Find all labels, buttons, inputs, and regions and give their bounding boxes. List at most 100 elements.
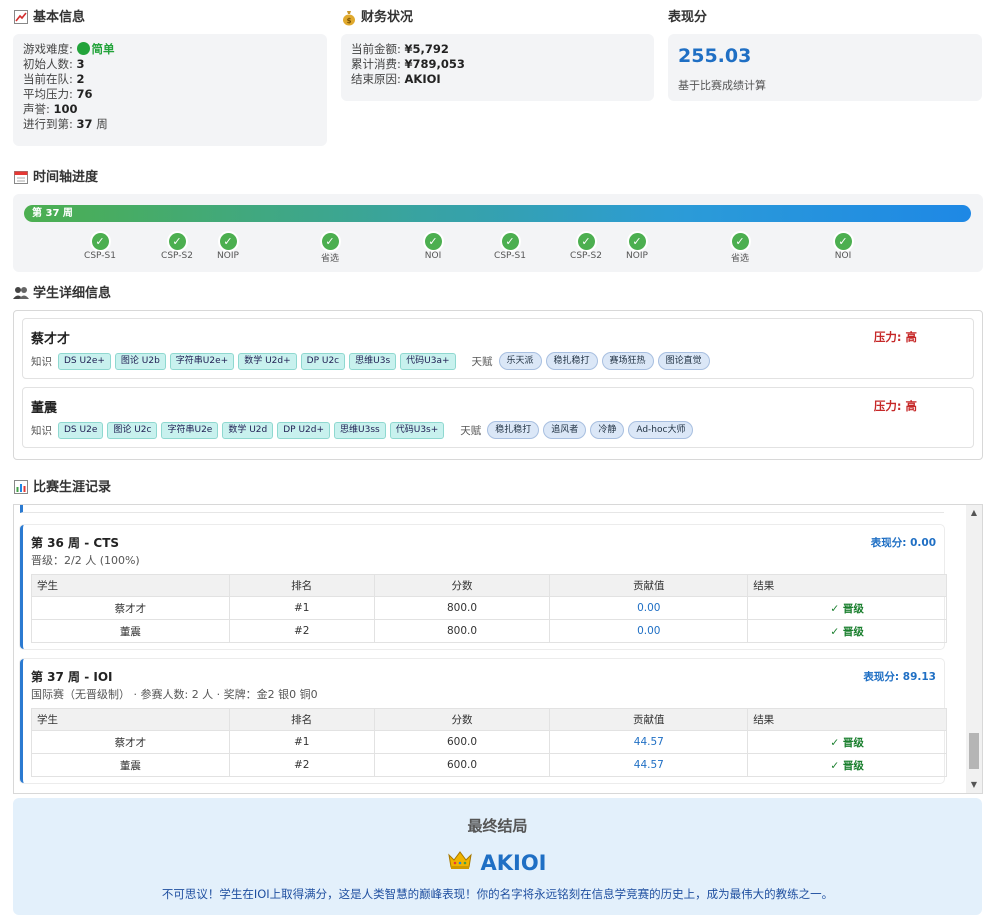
- talent-tag: 赛场狂热: [601, 352, 654, 370]
- knowledge-tag: 数学 U2d+: [238, 352, 297, 370]
- knowledge-label: 知识: [31, 424, 52, 437]
- student-pressure: 压力: 高: [873, 399, 917, 413]
- current-money-value: ¥5,792: [404, 42, 449, 56]
- students-box: 蔡才才 压力: 高 知识 DS U2e+ 图论 U2b 字符串U2e+ 数学 U…: [13, 310, 983, 460]
- knowledge-tag: 代码U3a+: [400, 352, 456, 370]
- talent-tag: 乐天派: [498, 352, 542, 370]
- basic-info-section: 基本信息 游戏难度: 简单 初始人数: 3 当前在队: 2 平均压力: 76 声…: [13, 0, 327, 146]
- basic-info-title: 基本信息: [33, 10, 86, 25]
- difficulty-dot-icon: [76, 42, 90, 55]
- students-title: 学生详细信息: [33, 286, 112, 301]
- check-icon: ✓: [628, 233, 646, 250]
- final-result-row: AKIOI: [13, 850, 982, 875]
- competition-subtitle: 国际赛（无晋级制） · 参赛人数: 2 人 · 奖牌：金2 银0 铜0: [31, 688, 318, 701]
- knowledge-tag: 数学 U2d: [222, 421, 274, 439]
- talent-label: 天赋: [471, 355, 493, 368]
- table-header-row: 学生 排名 分数 贡献值 结果: [31, 574, 947, 597]
- current-team-value: 2: [76, 72, 85, 86]
- student-pressure: 压力: 高: [873, 330, 917, 344]
- competition-subtitle: 晋级：2/2 人 (100%): [31, 554, 140, 567]
- avg-pressure-value: 76: [76, 87, 93, 101]
- col-result: 结果: [747, 708, 947, 731]
- student-tags-row: 知识 DS U2e 图论 U2c 字符串U2e 数学 U2d DP U2d+ 思…: [31, 421, 694, 439]
- col-contrib: 贡献值: [549, 574, 749, 597]
- knowledge-tag: DP U2d+: [277, 421, 331, 439]
- check-icon: ✓: [321, 233, 339, 250]
- timeline-marker: ✓ NOI: [413, 233, 453, 261]
- student-tags-row: 知识 DS U2e+ 图论 U2b 字符串U2e+ 数学 U2d+ DP U2c…: [31, 352, 710, 370]
- finance-section: $ 财务状况 当前金额: ¥5,792 累计消费: ¥789,053 结束原因:…: [341, 0, 654, 101]
- knowledge-tag: 思维U3s: [349, 352, 397, 370]
- crown-icon: [448, 850, 473, 875]
- scrollbar-thumb[interactable]: [969, 733, 979, 769]
- check-icon: ✓: [834, 233, 852, 250]
- talent-tag: 稳扎稳打: [487, 421, 540, 439]
- col-result: 结果: [747, 574, 947, 597]
- timeline-marker-label: NOIP: [217, 251, 239, 261]
- knowledge-label: 知识: [31, 355, 52, 368]
- bar-chart-icon: [13, 480, 29, 496]
- competition-table: 学生 排名 分数 贡献值 结果 蔡才才 #1 600.0 44.57 ✓ 晋级: [31, 708, 947, 777]
- career-scroll-area[interactable]: 第 36 周 - CTS 表现分: 0.00 晋级：2/2 人 (100%) 学…: [13, 504, 983, 794]
- timeline-marker: ✓ CSP-S2: [566, 233, 606, 261]
- competition-score: 表现分: 0.00: [870, 537, 936, 549]
- timeline-marker-label: CSP-S1: [84, 251, 116, 261]
- check-icon: ✓: [219, 233, 237, 250]
- cell-rank: #2: [228, 619, 375, 643]
- avg-pressure-label: 平均压力:: [23, 87, 73, 101]
- competition-title: 第 37 周 - IOI: [31, 670, 113, 684]
- scroll-up-icon[interactable]: ▲: [966, 505, 982, 521]
- cell-contrib: 0.00: [549, 596, 749, 620]
- talent-tag: 追风者: [543, 421, 587, 439]
- difficulty-label: 游戏难度:: [23, 42, 73, 56]
- knowledge-tag: DS U2e+: [58, 352, 111, 370]
- svg-text:$: $: [347, 17, 352, 25]
- cell-score: 800.0: [373, 619, 551, 643]
- reputation-value: 100: [53, 102, 78, 116]
- avg-pressure-row: 平均压力: 76: [23, 87, 317, 102]
- career-header: 比赛生涯记录: [13, 478, 983, 498]
- table-row: 董震 #2 800.0 0.00 ✓ 晋级: [31, 619, 947, 643]
- finance-title: 财务状况: [361, 10, 414, 25]
- reputation-row: 声誉: 100: [23, 102, 317, 117]
- cell-result: ✓ 晋级: [747, 753, 947, 777]
- timeline-section: 时间轴进度 第 37 周 ✓ CSP-S1 ✓ CSP-S2 ✓ NOIP ✓ 省选 ✓…: [13, 160, 983, 272]
- scroll-down-icon[interactable]: ▼: [966, 777, 982, 793]
- cell-contrib: 0.00: [549, 619, 749, 643]
- cell-score: 800.0: [373, 596, 551, 620]
- col-score: 分数: [373, 574, 551, 597]
- cell-student: 董震: [31, 619, 230, 643]
- progress-unit: 周: [96, 117, 108, 131]
- final-result-panel: 最终结局 AKIOI 不可思议！学生在IOI上取得满分，这是人类智慧的巅峰表现！…: [13, 798, 982, 915]
- previous-competition-card: [20, 505, 944, 513]
- student-name: 董震: [31, 401, 58, 416]
- cell-rank: #1: [228, 730, 375, 754]
- students-header: 学生详细信息: [13, 284, 983, 304]
- performance-box: 255.03 基于比赛成绩计算: [668, 34, 982, 101]
- col-student: 学生: [31, 708, 230, 731]
- timeline-marker-label: CSP-S1: [494, 251, 526, 261]
- career-section: 比赛生涯记录 第 36 周 - CTS 表现分: 0.00 晋级：2/2 人 (…: [13, 470, 983, 794]
- performance-title: 表现分: [668, 10, 708, 25]
- timeline-marker-label: CSP-S2: [570, 251, 602, 261]
- knowledge-tag: 代码U3s+: [389, 421, 445, 439]
- total-spend-row: 累计消费: ¥789,053: [351, 57, 644, 72]
- current-team-row: 当前在队: 2: [23, 72, 317, 87]
- initial-count-value: 3: [76, 57, 85, 71]
- progress-row: 进行到第: 37 周: [23, 117, 317, 132]
- talent-label: 天赋: [460, 424, 482, 437]
- cell-result: ✓ 晋级: [747, 596, 947, 620]
- final-title: 最终结局: [467, 817, 528, 835]
- current-money-label: 当前金额:: [351, 42, 401, 56]
- progress-label: 进行到第:: [23, 117, 73, 131]
- competition-card: 第 37 周 - IOI 表现分: 89.13 国际赛（无晋级制） · 参赛人数…: [20, 659, 947, 783]
- timeline-bar-label: 第 37 周: [32, 208, 73, 219]
- knowledge-tag: DS U2e: [58, 421, 104, 439]
- cell-score: 600.0: [373, 753, 551, 777]
- career-scrollbar[interactable]: ▲ ▼: [966, 505, 982, 793]
- check-icon: ✓: [424, 233, 442, 250]
- student-card: 董震 压力: 高 知识 DS U2e 图论 U2c 字符串U2e 数学 U2d …: [22, 387, 974, 448]
- people-icon: [13, 286, 29, 302]
- timeline-marker: ✓ NOIP: [617, 233, 657, 261]
- cell-result: ✓ 晋级: [747, 730, 947, 754]
